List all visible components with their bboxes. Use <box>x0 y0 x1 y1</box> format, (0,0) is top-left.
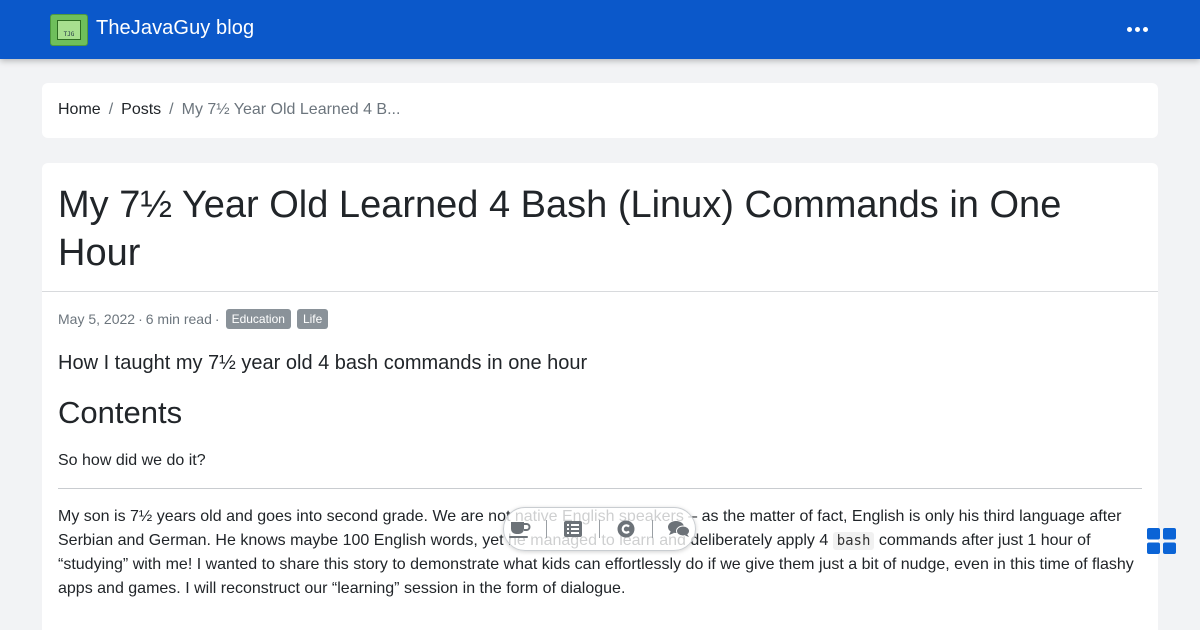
post-subtitle: How I taught my 7½ year old 4 bash comma… <box>58 352 588 374</box>
tag-badge-life[interactable]: Life <box>296 309 329 329</box>
meta-separator: · <box>214 311 220 327</box>
breadcrumb-current: My 7½ Year Old Learned 4 B... <box>181 101 401 118</box>
breadcrumb-posts-link[interactable]: Posts <box>121 101 161 118</box>
tag-badge-education[interactable]: Education <box>225 309 291 329</box>
breadcrumb-separator: / <box>169 101 174 118</box>
toolbar-divider <box>599 520 600 538</box>
windows-grid-icon[interactable] <box>1147 528 1176 554</box>
toolbar-divider <box>652 520 653 538</box>
post-meta: May 5, 2022 · 6 min read · Education Lif… <box>58 309 329 329</box>
breadcrumb-home-link[interactable]: Home <box>58 101 101 118</box>
floating-toolbar <box>503 507 696 551</box>
post-card: My 7½ Year Old Learned 4 Bash (Linux) Co… <box>42 163 1158 630</box>
inline-code: bash <box>832 532 875 550</box>
toolbar-divider <box>546 520 547 538</box>
brand-logo[interactable]: TJG <box>50 14 88 46</box>
contents-divider <box>58 488 1142 489</box>
toc-item-link[interactable]: So how did we do it? <box>58 452 206 470</box>
post-date: May 5, 2022 <box>58 311 136 327</box>
meta-separator: · <box>138 311 143 327</box>
ellipsis-horizontal-icon[interactable] <box>1122 17 1152 41</box>
breadcrumb: Home / Posts / My 7½ Year Old Learned 4 B... <box>58 101 400 119</box>
read-time: 6 min read <box>145 311 212 327</box>
top-navbar: TJG TheJavaGuy blog <box>0 0 1200 59</box>
contents-heading: Contents <box>58 395 183 430</box>
list-icon[interactable] <box>559 515 587 543</box>
coffee-cup-icon[interactable] <box>506 515 534 543</box>
computer-screen-logo-icon: TJG <box>57 20 81 40</box>
breadcrumb-card: Home / Posts / My 7½ Year Old Learned 4 B... <box>42 83 1158 138</box>
post-title: My 7½ Year Old Learned 4 Bash (Linux) Co… <box>58 184 1062 274</box>
logo-text: TJG <box>63 31 75 38</box>
brand-name-link[interactable]: TheJavaGuy blog <box>96 17 254 40</box>
breadcrumb-separator: / <box>108 101 114 118</box>
title-divider <box>42 291 1158 292</box>
copyright-icon[interactable] <box>612 515 640 543</box>
comments-icon[interactable] <box>665 515 693 543</box>
